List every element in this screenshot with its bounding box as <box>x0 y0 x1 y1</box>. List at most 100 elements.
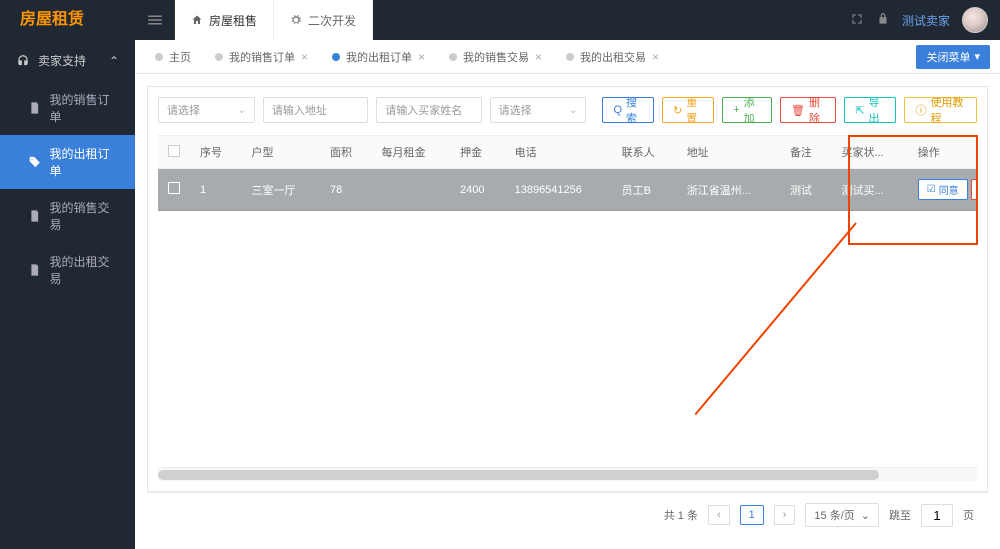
cell-type: 三室一厅 <box>242 169 321 211</box>
avatar[interactable] <box>962 7 988 33</box>
cell-rent <box>372 169 451 211</box>
select-placeholder: 请选择 <box>167 102 200 118</box>
page-tab-rent-order[interactable]: 我的出租订单 × <box>322 45 435 69</box>
search-button[interactable]: Q搜索 <box>602 97 654 123</box>
plus-icon: + <box>733 104 739 116</box>
close-icon[interactable]: × <box>535 50 542 64</box>
total-count: 共 1 条 <box>664 507 698 523</box>
sidebar-group-seller[interactable]: 卖家支持 ⌃ <box>0 40 135 81</box>
reset-button[interactable]: ↻重置 <box>662 97 714 123</box>
page-suffix: 页 <box>963 507 974 523</box>
prev-page-button[interactable]: ‹ <box>708 505 730 525</box>
next-page-button[interactable]: › <box>774 505 796 525</box>
page-tab-sales-order[interactable]: 我的销售订单 × <box>205 45 318 69</box>
top-tab-rent[interactable]: 房屋租售 <box>175 0 274 40</box>
chevron-down-icon: ▾ <box>974 50 980 63</box>
filter-select-2[interactable]: 请选择 ⌄ <box>490 97 587 123</box>
close-icon[interactable]: × <box>418 50 425 64</box>
sidebar-item-label: 我的销售交易 <box>50 199 119 233</box>
col-phone: 电话 <box>505 136 612 169</box>
sidebar-item-label: 我的销售订单 <box>50 91 119 125</box>
cell-buyer-status: 测试买... <box>831 169 907 211</box>
jump-page-input[interactable] <box>921 504 953 527</box>
select-placeholder: 请选择 <box>499 102 532 118</box>
horizontal-scrollbar[interactable] <box>158 467 977 481</box>
jump-label: 跳至 <box>889 507 911 523</box>
app-logo: 房屋租赁 <box>0 0 135 40</box>
home-icon <box>191 14 203 26</box>
filter-address-input[interactable]: 请输入地址 <box>263 97 368 123</box>
top-tab-dev[interactable]: 二次开发 <box>274 0 373 40</box>
sidebar-item-label: 我的出租订单 <box>50 145 119 179</box>
tab-dot-icon <box>449 53 457 61</box>
doc-icon <box>28 209 42 223</box>
check-icon: ☑ <box>927 184 936 195</box>
delete-button[interactable]: 🗑删除 <box>780 97 836 123</box>
page-tab-home[interactable]: 主页 <box>145 45 201 69</box>
reject-button[interactable]: ⊘驳回 <box>971 179 977 200</box>
tab-dot-icon <box>566 53 574 61</box>
input-placeholder: 请输入地址 <box>272 102 327 118</box>
col-deposit: 押金 <box>450 136 505 169</box>
close-icon[interactable]: × <box>652 50 659 64</box>
col-address: 地址 <box>677 136 780 169</box>
support-icon <box>16 54 30 68</box>
top-tab-label: 房屋租售 <box>209 12 257 29</box>
cell-phone: 13896541256 <box>505 169 612 211</box>
export-button[interactable]: ⇱导出 <box>844 97 896 123</box>
page-tab-label: 我的出租订单 <box>346 49 412 65</box>
page-tab-rent-tx[interactable]: 我的出租交易 × <box>556 45 669 69</box>
col-remark: 备注 <box>780 136 832 169</box>
col-rent: 每月租金 <box>372 136 451 169</box>
menu-toggle[interactable] <box>135 0 175 40</box>
col-type: 户型 <box>242 136 321 169</box>
user-name[interactable]: 测试卖家 <box>902 12 950 29</box>
pagination: 共 1 条 ‹ 1 › 15 条/页 ⌄ 跳至 页 <box>147 492 988 537</box>
scrollbar-thumb[interactable] <box>158 470 879 480</box>
tag-icon <box>28 155 42 169</box>
sidebar-item-rent-order[interactable]: 我的出租订单 <box>0 135 135 189</box>
export-icon: ⇱ <box>855 104 864 117</box>
sidebar-item-sales-tx[interactable]: 我的销售交易 <box>0 189 135 243</box>
page-tab-label: 我的销售订单 <box>229 49 295 65</box>
filter-select-1[interactable]: 请选择 ⌄ <box>158 97 255 123</box>
chevron-down-icon: ⌄ <box>237 105 245 116</box>
chevron-down-icon: ⌄ <box>569 105 577 116</box>
page-number[interactable]: 1 <box>740 505 764 525</box>
col-contact: 联系人 <box>612 136 677 169</box>
refresh-icon: ↻ <box>673 104 682 117</box>
select-all-checkbox[interactable] <box>168 145 180 157</box>
close-icon[interactable]: × <box>301 50 308 64</box>
doc-icon <box>28 263 42 277</box>
cell-seq: 1 <box>190 169 242 211</box>
chevron-up-icon: ⌃ <box>109 54 119 68</box>
row-checkbox[interactable] <box>168 182 180 194</box>
lock-icon[interactable] <box>876 12 890 29</box>
sidebar-item-rent-tx[interactable]: 我的出租交易 <box>0 243 135 297</box>
sidebar-group-label: 卖家支持 <box>38 52 86 69</box>
filter-buyer-input[interactable]: 请输入买家姓名 <box>376 97 481 123</box>
close-menu-button[interactable]: 关闭菜单 ▾ <box>916 45 990 69</box>
page-tab-label: 我的出租交易 <box>580 49 646 65</box>
page-tab-label: 主页 <box>169 49 191 65</box>
hamburger-icon <box>146 11 164 29</box>
cell-contact: 员工B <box>612 169 677 211</box>
data-table: 序号 户型 面积 每月租金 押金 电话 联系人 地址 备注 买家状... <box>158 135 977 467</box>
sidebar-item-sales-order[interactable]: 我的销售订单 <box>0 81 135 135</box>
sidebar-item-label: 我的出租交易 <box>50 253 119 287</box>
page-tab-sales-tx[interactable]: 我的销售交易 × <box>439 45 552 69</box>
add-button[interactable]: +添加 <box>722 97 772 123</box>
agree-button[interactable]: ☑同意 <box>918 179 968 200</box>
col-area: 面积 <box>320 136 372 169</box>
table-row[interactable]: 1 三室一厅 78 2400 13896541256 员工B 浙江省温州... … <box>158 169 977 211</box>
col-actions: 操作 <box>908 136 977 169</box>
fullscreen-icon[interactable] <box>850 12 864 29</box>
col-buyer-status: 买家状... <box>831 136 907 169</box>
page-size-select[interactable]: 15 条/页 ⌄ <box>805 503 879 527</box>
gear-icon <box>290 14 302 26</box>
cell-address: 浙江省温州... <box>677 169 780 211</box>
cell-area: 78 <box>320 169 372 211</box>
chevron-down-icon: ⌄ <box>861 509 870 522</box>
col-seq: 序号 <box>190 136 242 169</box>
tutorial-button[interactable]: ⓘ使用教程 <box>904 97 977 123</box>
